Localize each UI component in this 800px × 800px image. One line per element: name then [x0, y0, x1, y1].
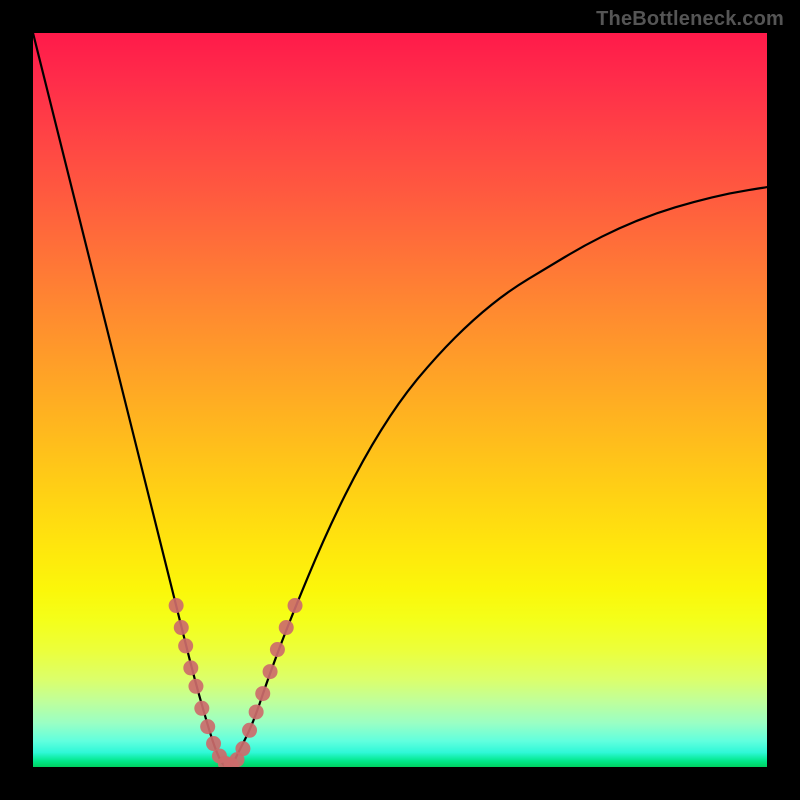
data-marker [200, 719, 215, 734]
data-marker [169, 598, 184, 613]
data-marker [188, 679, 203, 694]
data-markers [169, 598, 303, 767]
data-marker [288, 598, 303, 613]
bottleneck-curve [33, 33, 767, 767]
data-marker [249, 704, 264, 719]
data-marker [235, 741, 250, 756]
data-marker [270, 642, 285, 657]
chart-frame: TheBottleneck.com [0, 0, 800, 800]
chart-svg [33, 33, 767, 767]
data-marker [242, 723, 257, 738]
data-marker [183, 660, 198, 675]
data-marker [178, 638, 193, 653]
plot-area [33, 33, 767, 767]
watermark-text: TheBottleneck.com [596, 8, 784, 31]
data-marker [263, 664, 278, 679]
data-marker [255, 686, 270, 701]
data-marker [194, 701, 209, 716]
data-marker [174, 620, 189, 635]
data-marker [279, 620, 294, 635]
